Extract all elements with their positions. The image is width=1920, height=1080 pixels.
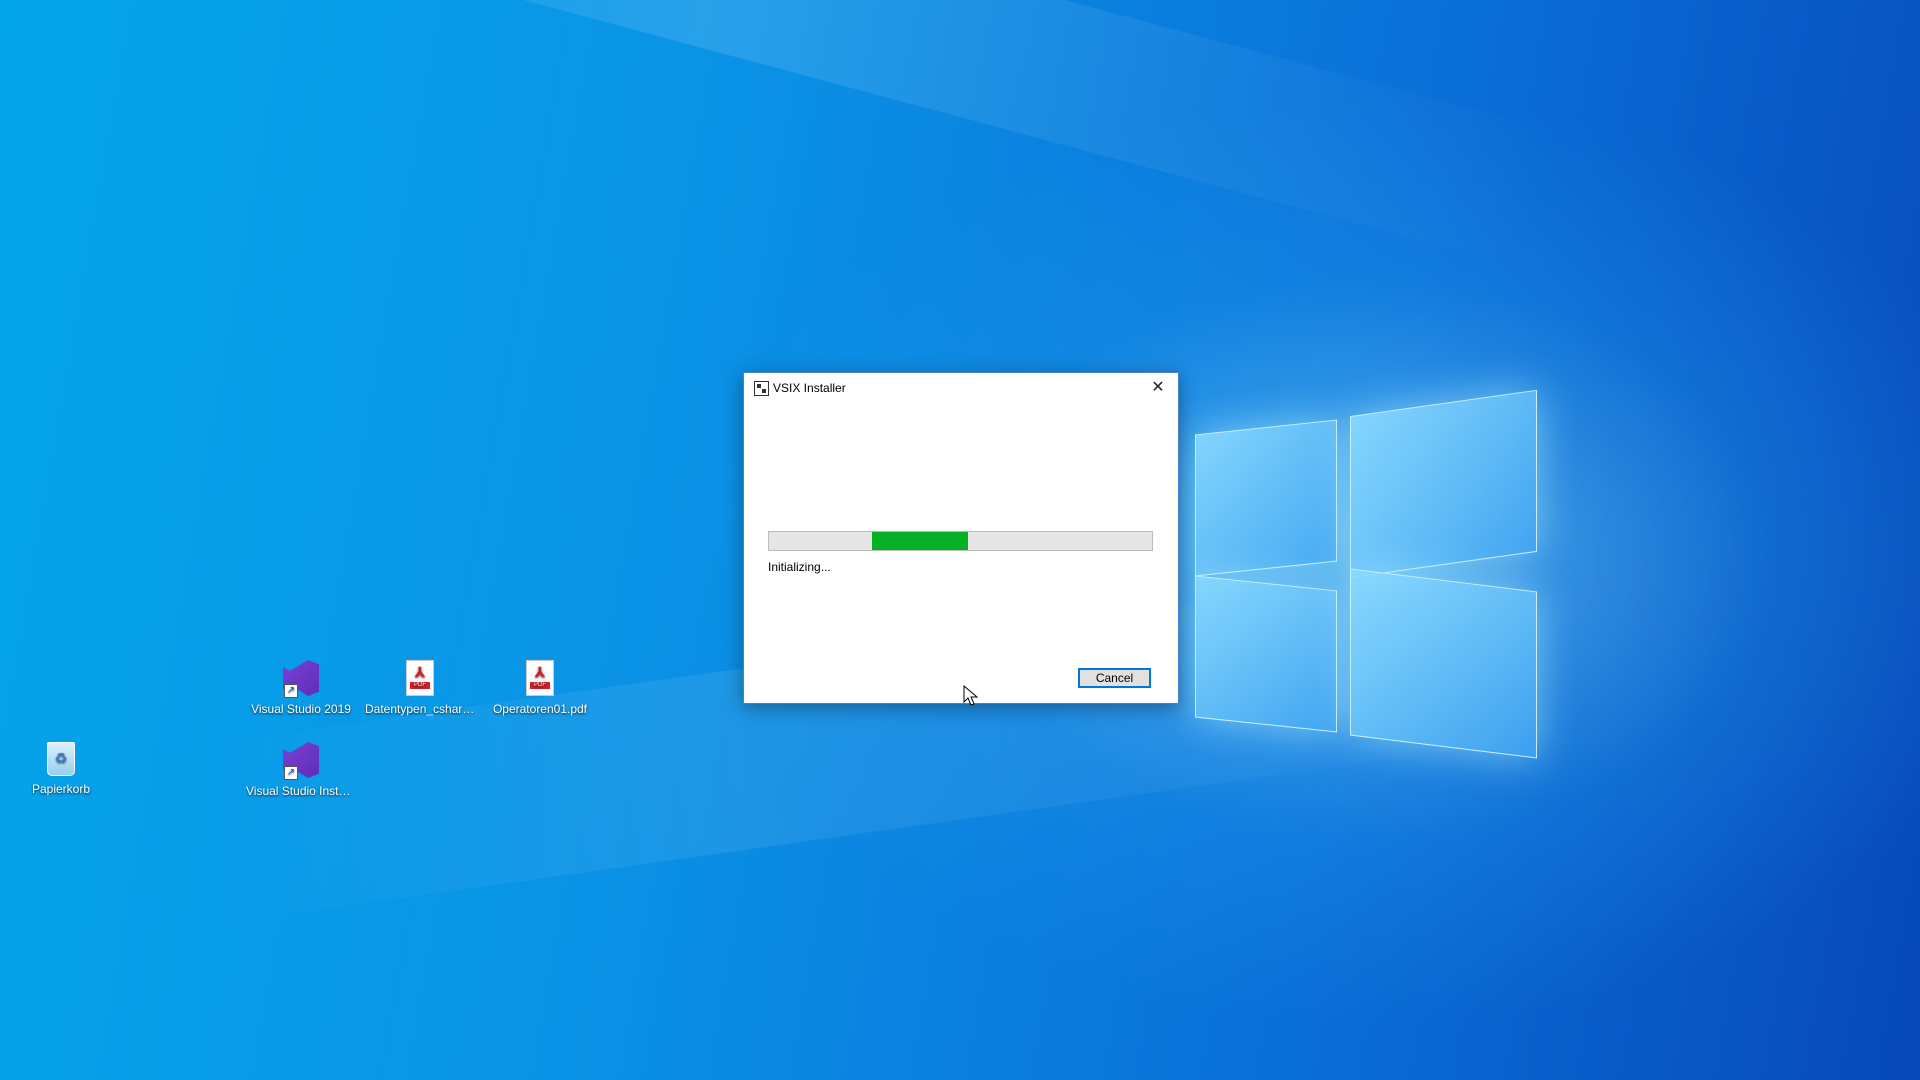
close-button[interactable]: ✕ [1138, 373, 1178, 403]
desktop-icon-datentypen-pdf[interactable]: ⅄ PDF Datentypen_csharp... [365, 660, 475, 716]
progress-bar-segment [872, 532, 968, 550]
mouse-cursor-icon [963, 685, 979, 706]
status-text: Initializing... [768, 560, 831, 574]
logo-pane [1350, 389, 1537, 579]
desktop-icon-visual-studio-2019[interactable]: ↗ Visual Studio 2019 [246, 660, 356, 716]
desktop-icon-label: Visual Studio Installer [246, 784, 356, 798]
progress-bar [768, 531, 1153, 551]
recycle-bin-icon: ♻ [47, 742, 75, 776]
logo-pane [1350, 568, 1537, 759]
desktop-icon-label: Papierkorb [31, 782, 91, 796]
pdf-file-icon: ⅄ PDF [406, 660, 434, 696]
shortcut-arrow-icon: ↗ [284, 766, 298, 780]
windows-logo [1190, 389, 1540, 759]
shortcut-arrow-icon: ↗ [284, 684, 298, 698]
desktop-icon-papierkorb[interactable]: ♻ Papierkorb [6, 742, 116, 796]
desktop-icon-operatoren-pdf[interactable]: ⅄ PDF Operatoren01.pdf [485, 660, 595, 716]
logo-pane [1195, 419, 1337, 577]
light-beam [150, 0, 1559, 268]
dialog-titlebar[interactable]: VSIX Installer ✕ [744, 373, 1178, 403]
desktop-icon-label: Visual Studio 2019 [251, 702, 351, 716]
desktop-icon-visual-studio-installer[interactable]: ↗ Visual Studio Installer [246, 742, 356, 798]
dialog-title: VSIX Installer [773, 381, 846, 395]
desktop-icon-label: Operatoren01.pdf [492, 702, 588, 716]
vsix-app-icon [754, 381, 769, 396]
vsix-installer-dialog: VSIX Installer ✕ Initializing... Cancel [743, 372, 1179, 704]
cancel-button[interactable]: Cancel [1078, 668, 1151, 688]
desktop-background: ↗ Visual Studio 2019 ⅄ PDF Datentypen_cs… [0, 0, 1920, 1080]
logo-pane [1195, 575, 1337, 733]
pdf-file-icon: ⅄ PDF [526, 660, 554, 696]
desktop-icon-label: Datentypen_csharp... [365, 702, 475, 716]
